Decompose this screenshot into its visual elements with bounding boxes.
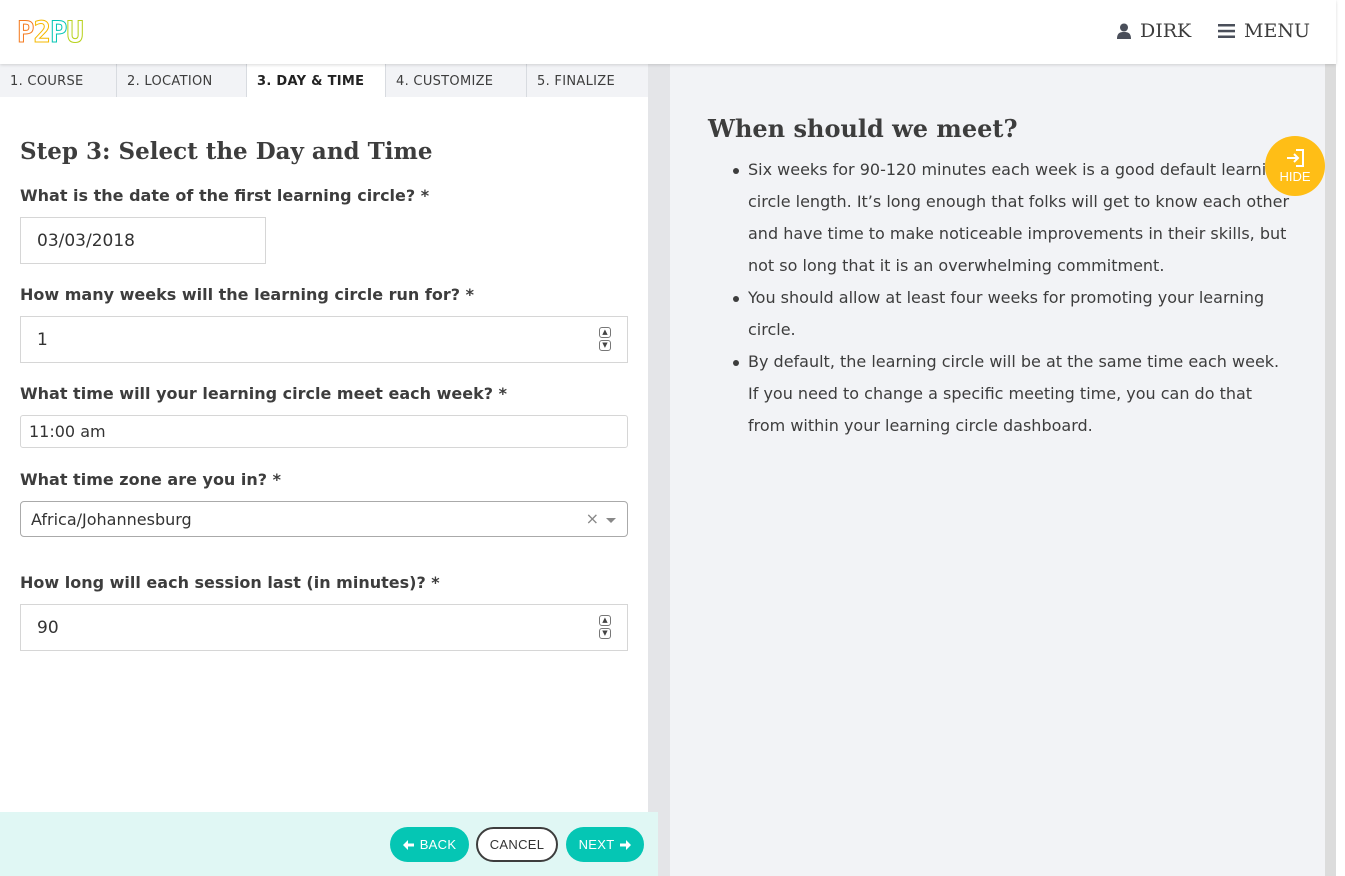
stepper-up-icon[interactable]: ▲	[599, 615, 611, 626]
duration-label: How long will each session last (in minu…	[20, 573, 440, 592]
weeks-input[interactable]: 1 ▲ ▼	[20, 316, 628, 363]
step-tabs: 1. COURSE 2. LOCATION 3. DAY & TIME 4. C…	[0, 64, 648, 97]
tab-customize[interactable]: 4. CUSTOMIZE	[386, 64, 527, 97]
sign-in-icon	[1287, 148, 1304, 167]
back-button[interactable]: BACK	[390, 827, 469, 862]
step-title: Step 3: Select the Day and Time	[20, 138, 433, 165]
arrow-left-icon	[402, 839, 414, 850]
user-icon	[1117, 23, 1131, 39]
right-panel-scrollbar[interactable]	[1325, 64, 1336, 876]
weeks-value: 1	[37, 329, 48, 350]
list-item: By default, the learning circle will be …	[733, 346, 1293, 442]
tab-finalize[interactable]: 5. FINALIZE	[527, 64, 648, 97]
timezone-select[interactable]: Africa/Johannesburg ×	[20, 501, 628, 537]
stepper-up-icon[interactable]: ▲	[599, 327, 611, 338]
help-list: Six weeks for 90-120 minutes each week i…	[733, 154, 1293, 442]
weeks-stepper[interactable]: ▲ ▼	[599, 327, 611, 351]
form-panel: 1. COURSE 2. LOCATION 3. DAY & TIME 4. C…	[0, 64, 648, 876]
time-input[interactable]: 11:00 am	[20, 415, 628, 448]
timezone-label: What time zone are you in? *	[20, 470, 281, 489]
timezone-value: Africa/Johannesburg	[31, 509, 192, 529]
form-footer: BACK CANCEL NEXT	[0, 812, 658, 876]
tab-location[interactable]: 2. LOCATION	[117, 64, 247, 97]
date-label: What is the date of the first learning c…	[20, 186, 430, 205]
p2pu-logo[interactable]: P 2 P U	[16, 16, 84, 49]
time-value: 11:00 am	[29, 422, 106, 441]
duration-input[interactable]: 90 ▲ ▼	[20, 604, 628, 651]
cancel-button[interactable]: CANCEL	[476, 827, 558, 862]
menu-label: MENU	[1244, 20, 1310, 42]
stepper-down-icon[interactable]: ▼	[599, 340, 611, 351]
chevron-down-icon[interactable]	[606, 518, 616, 523]
top-header: P 2 P U DIRK MENU	[0, 0, 1336, 64]
date-value: 03/03/2018	[37, 230, 135, 251]
help-title: When should we meet?	[708, 114, 1018, 143]
menu-button[interactable]: MENU	[1218, 20, 1310, 42]
weeks-label: How many weeks will the learning circle …	[20, 285, 474, 304]
tab-day-time[interactable]: 3. DAY & TIME	[247, 64, 386, 97]
list-item: You should allow at least four weeks for…	[733, 282, 1293, 346]
time-label: What time will your learning circle meet…	[20, 384, 507, 403]
user-name: DIRK	[1140, 20, 1192, 42]
hamburger-icon	[1218, 24, 1235, 38]
date-input[interactable]: 03/03/2018	[20, 217, 266, 264]
duration-value: 90	[37, 617, 59, 638]
clear-icon[interactable]: ×	[586, 509, 599, 528]
arrow-right-icon	[620, 839, 632, 850]
stepper-down-icon[interactable]: ▼	[599, 628, 611, 639]
next-button[interactable]: NEXT	[566, 827, 644, 862]
window-edge	[1336, 0, 1345, 876]
hide-button[interactable]: HIDE	[1265, 136, 1325, 196]
left-panel-scrollbar[interactable]	[648, 64, 670, 876]
user-account-link[interactable]: DIRK	[1117, 20, 1191, 42]
tab-course[interactable]: 1. COURSE	[0, 64, 117, 97]
help-panel: When should we meet? Six weeks for 90-12…	[670, 64, 1325, 876]
list-item: Six weeks for 90-120 minutes each week i…	[733, 154, 1293, 282]
duration-stepper[interactable]: ▲ ▼	[599, 615, 611, 639]
